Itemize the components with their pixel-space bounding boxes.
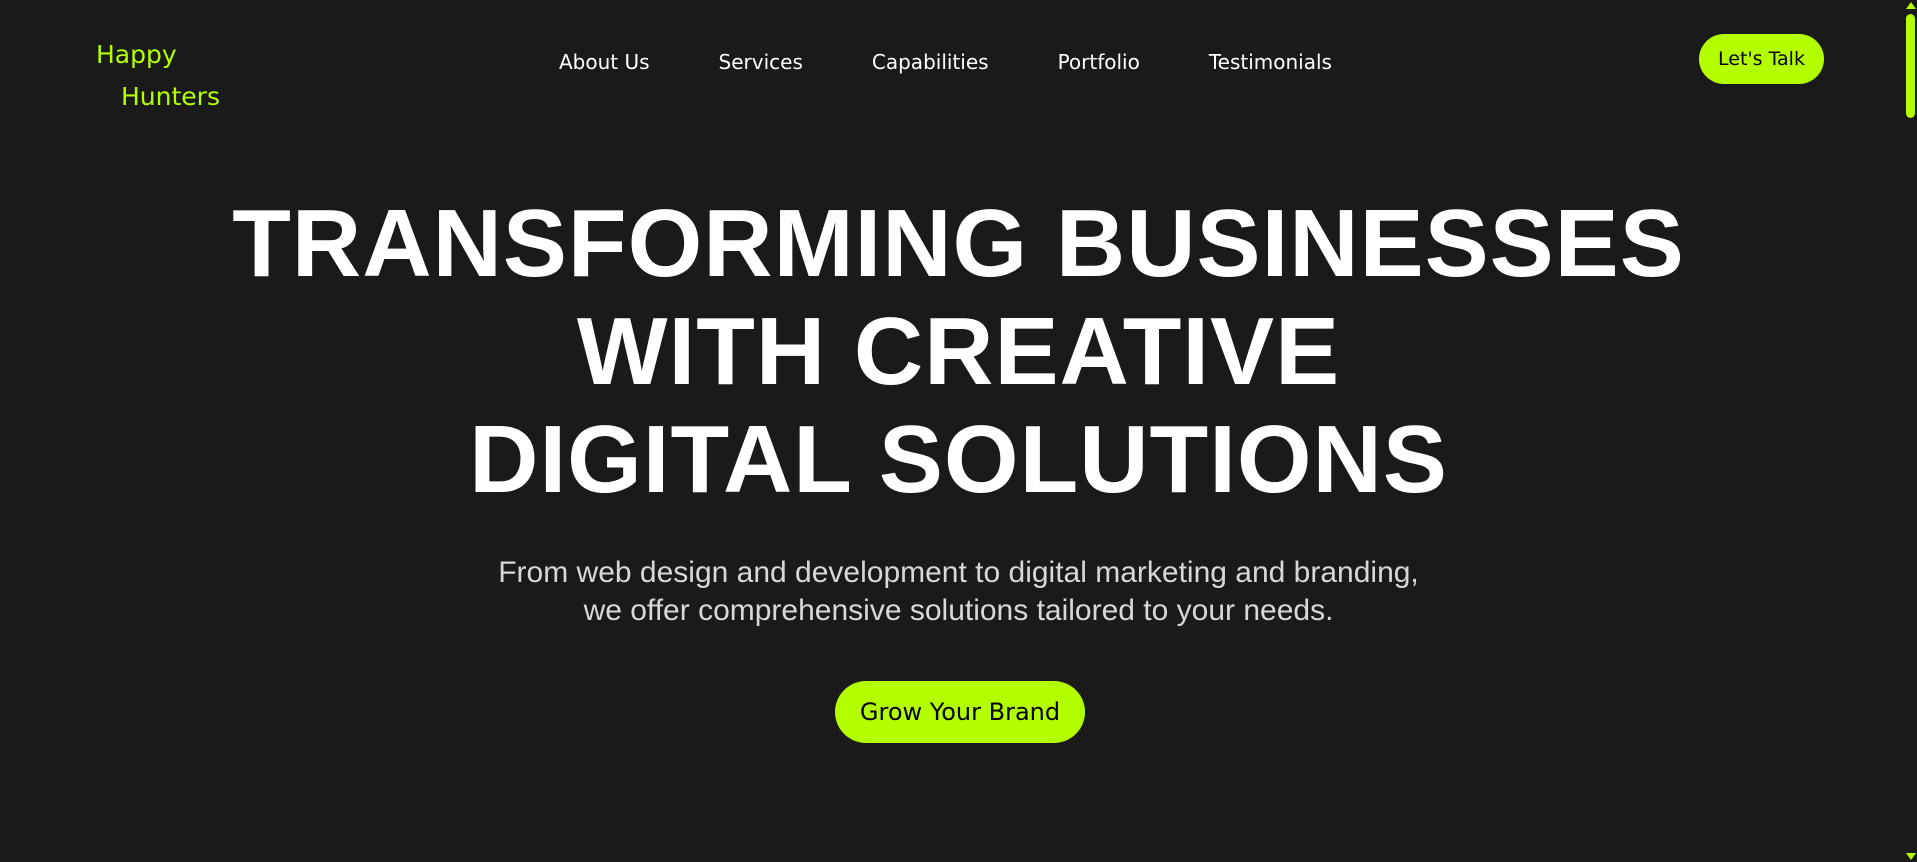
nav-item-portfolio[interactable]: Portfolio [1058,48,1140,76]
triangle-up-icon[interactable] [1906,2,1916,9]
nav-item-services[interactable]: Services [719,48,803,76]
hero-title: TRANSFORMING BUSINESSES WITH CREATIVE DI… [0,190,1917,514]
triangle-down-icon[interactable] [1906,853,1916,860]
main-nav: About Us Services Capabilities Portfolio… [559,48,1332,76]
nav-item-capabilities[interactable]: Capabilities [872,48,989,76]
nav-item-testimonials[interactable]: Testimonials [1209,48,1332,76]
lets-talk-button[interactable]: Let's Talk [1699,34,1824,84]
hero-title-line-3: DIGITAL SOLUTIONS [469,406,1448,513]
hero-title-line-2: WITH CREATIVE [576,298,1341,405]
page: Happy Hunters About Us Services Capabili… [0,0,1917,862]
logo[interactable]: Happy Hunters [96,34,220,118]
hero-subtitle-line-1: From web design and development to digit… [498,556,1419,589]
nav-item-about-us[interactable]: About Us [559,48,650,76]
logo-line-1: Happy [96,40,177,69]
logo-line-2: Hunters [121,82,220,111]
scrollbar-thumb[interactable] [1906,14,1915,118]
scrollbar[interactable] [1904,0,1917,862]
grow-your-brand-button[interactable]: Grow Your Brand [835,681,1085,743]
hero-subtitle: From web design and development to digit… [0,554,1917,630]
hero-subtitle-line-2: we offer comprehensive solutions tailore… [583,594,1334,627]
hero-title-line-1: TRANSFORMING BUSINESSES [232,190,1685,297]
